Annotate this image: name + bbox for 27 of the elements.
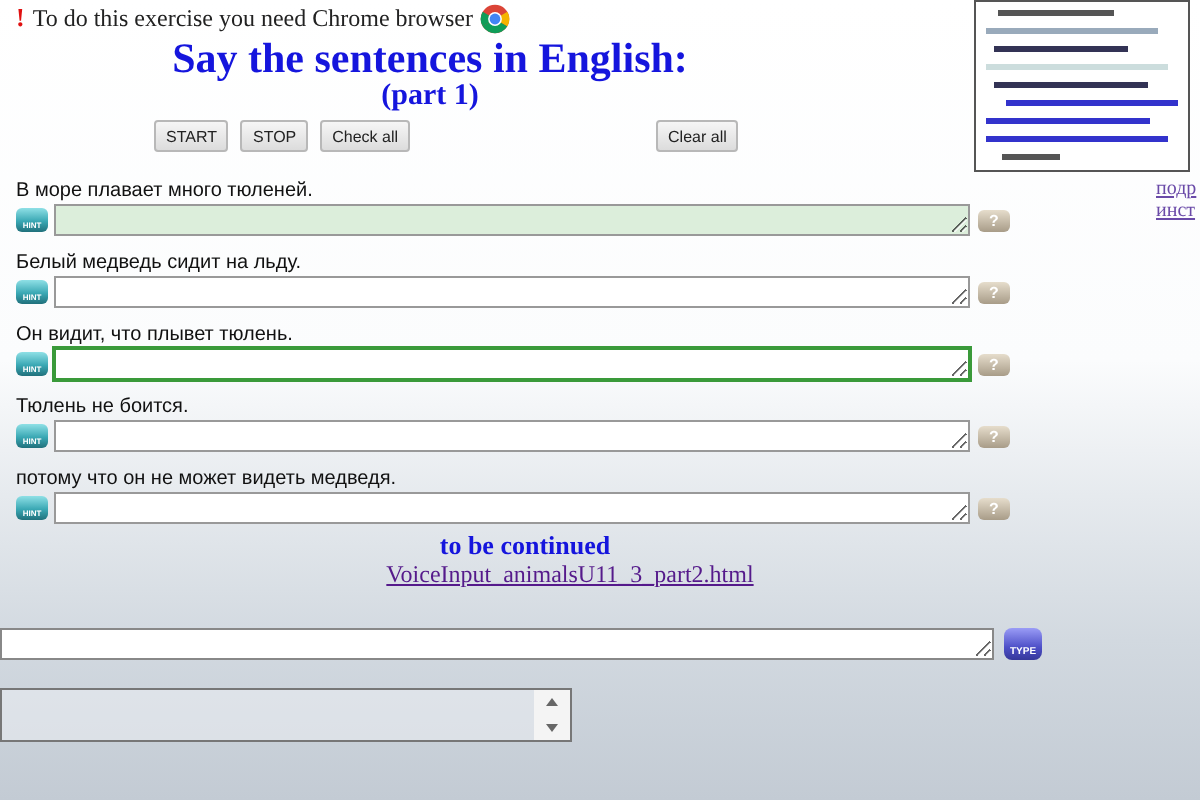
answer-field[interactable] <box>54 420 970 452</box>
sentence-prompt: Белый медведь сидит на льду. <box>16 250 303 276</box>
answer-field[interactable] <box>54 204 970 236</box>
warning-mark: ! <box>16 2 25 34</box>
control-button[interactable]: START <box>154 120 229 152</box>
up-arrow-icon[interactable] <box>546 698 558 707</box>
chrome-logo-icon <box>480 3 511 33</box>
sentence-prompt: Тюлень не боится. <box>16 394 191 420</box>
sentence-prompt: В море плавает много тюленей. <box>16 178 315 204</box>
continued-text: to be continued <box>437 532 613 560</box>
side-link[interactable]: инст <box>1156 200 1197 222</box>
side-link[interactable]: подр <box>1156 178 1197 200</box>
answer-field[interactable] <box>54 276 970 308</box>
page-subtitle: (part 1) <box>379 80 481 114</box>
control-button[interactable]: Check all <box>320 120 411 152</box>
down-arrow-icon[interactable] <box>546 723 558 732</box>
answer-field[interactable] <box>54 492 970 524</box>
page-title: Say the sentences in English: <box>170 36 690 80</box>
notice-text: To do this exercise you need Chrome browser <box>32 3 473 33</box>
list-box[interactable] <box>0 688 572 742</box>
answer-field[interactable] <box>54 348 970 380</box>
clear-button[interactable]: Clear all <box>656 120 739 152</box>
sentence-prompt: потому что он не может видеть медведя. <box>16 466 399 492</box>
text-input-field[interactable] <box>0 628 994 660</box>
control-button[interactable]: STOP <box>240 120 309 152</box>
next-page-link[interactable]: VoiceInput_animalsU11_3_part2.html <box>386 560 754 588</box>
sentence-prompt: Он видит, что плывет тюлень. <box>16 322 295 348</box>
